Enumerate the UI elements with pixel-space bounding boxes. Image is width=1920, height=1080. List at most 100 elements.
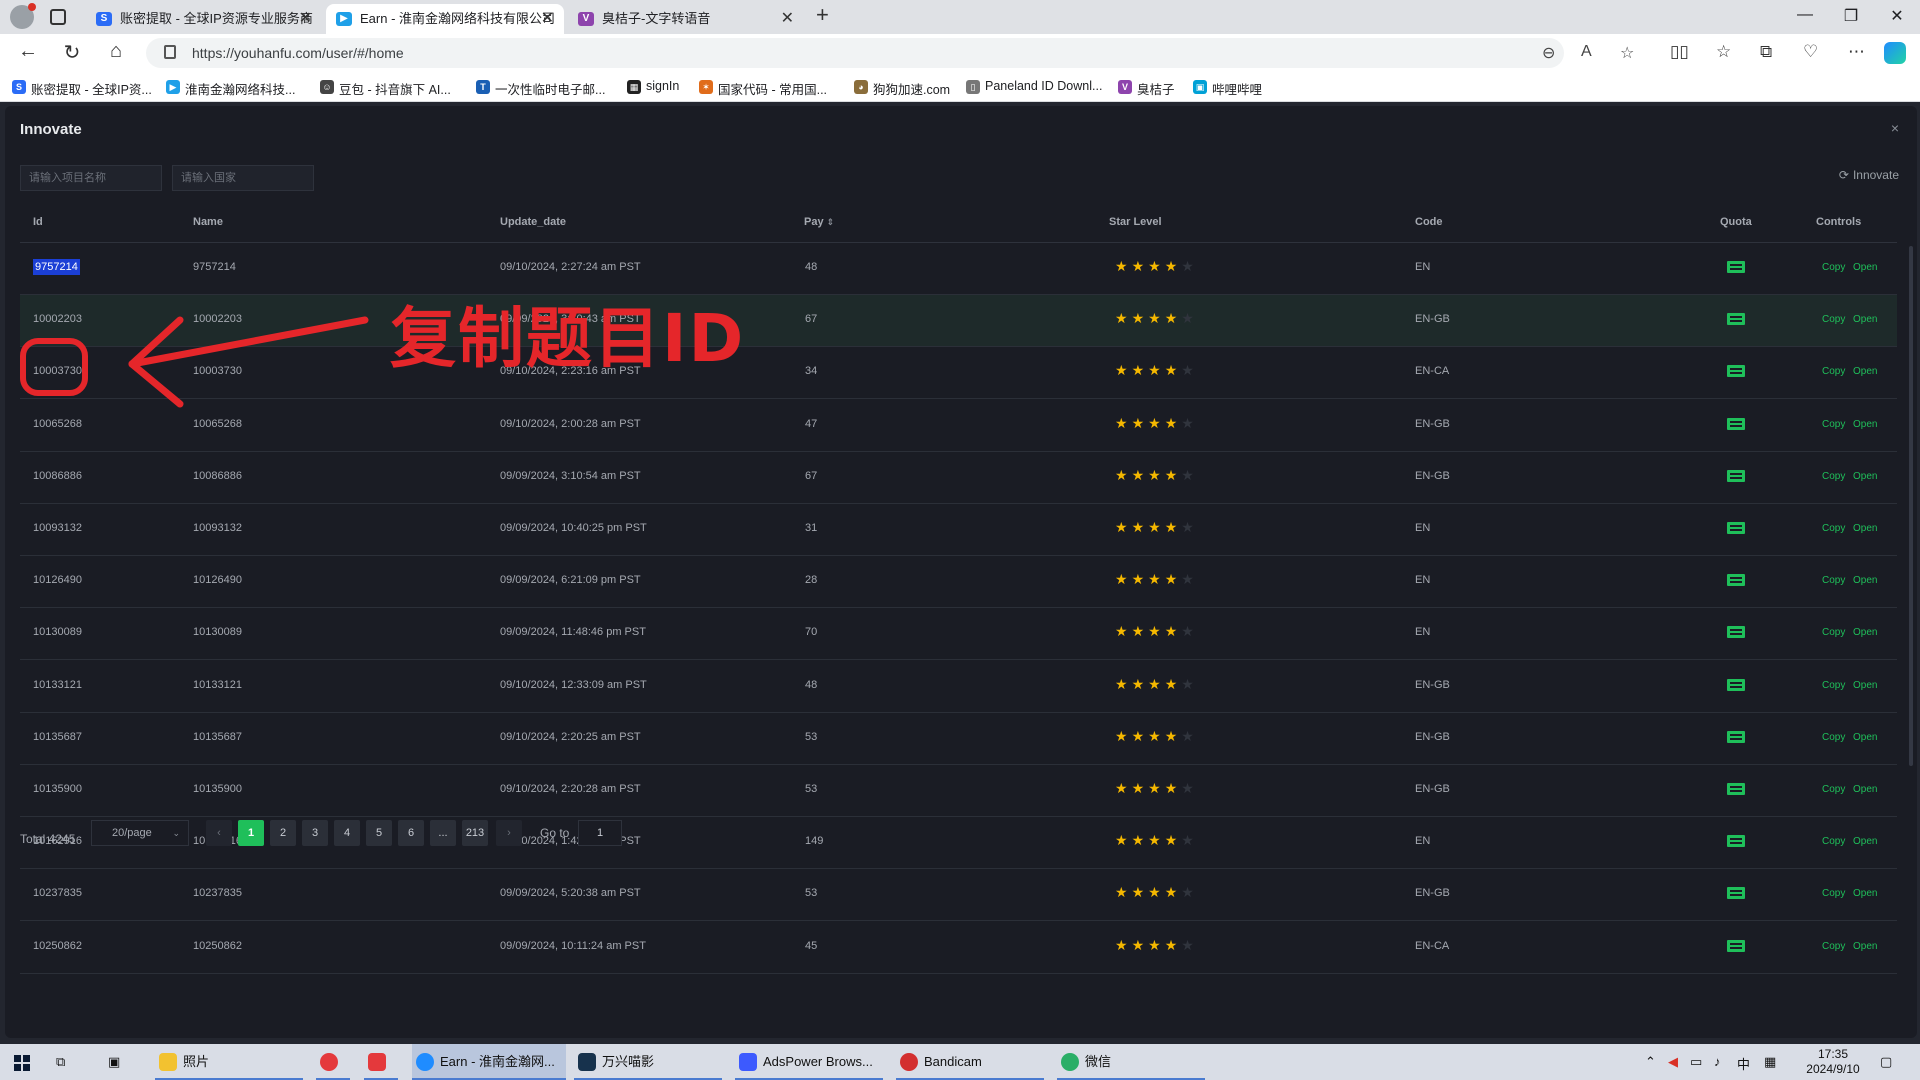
home-icon[interactable]: ⌂ (102, 40, 130, 63)
column-header-pay[interactable]: Pay ⇕ (804, 216, 834, 228)
copy-button[interactable]: Copy (1822, 836, 1845, 847)
table-row[interactable]: 10237835 10237835 09/09/2024, 5:20:38 am P… (20, 869, 1897, 922)
profile-avatar-icon[interactable] (10, 3, 36, 29)
close-tab-icon[interactable]: ✕ (299, 4, 312, 34)
bookmark-item[interactable]: ▶ 淮南金瀚网络科技... (166, 79, 295, 98)
quota-icon[interactable] (1727, 574, 1745, 587)
id-cell[interactable]: 10093132 (33, 522, 82, 534)
url-text[interactable]: https://youhanfu.com/user/#/home (192, 45, 404, 61)
id-cell[interactable]: 10133121 (33, 679, 82, 691)
table-row[interactable]: 10135687 10135687 09/10/2024, 2:20:25 am P… (20, 713, 1897, 765)
open-button[interactable]: Open (1853, 523, 1877, 534)
id-cell[interactable]: 10002203 (33, 313, 82, 325)
taskbar-item-dictionary[interactable] (364, 1044, 398, 1080)
copy-button[interactable]: Copy (1822, 627, 1845, 638)
open-button[interactable]: Open (1853, 366, 1877, 377)
window-close-icon[interactable]: ✕ (1877, 6, 1917, 26)
quota-icon[interactable] (1727, 261, 1745, 273)
quota-icon[interactable] (1727, 730, 1745, 743)
open-button[interactable]: Open (1853, 836, 1877, 847)
bookmark-item[interactable]: ◕ 狗狗加速.com (854, 79, 950, 98)
page-number-button[interactable]: 213 (462, 820, 488, 846)
tab-earn[interactable]: ▶ Earn - 淮南金瀚网络科技有限公司 ✕ (326, 4, 564, 34)
table-row[interactable]: 10086886 10086886 09/09/2024, 3:10:54 am P… (20, 452, 1897, 504)
input-method-indicator[interactable]: 中 (1737, 1054, 1750, 1073)
quota-icon[interactable] (1727, 626, 1745, 639)
page-number-button[interactable]: 4 (334, 820, 360, 846)
copy-button[interactable]: Copy (1822, 941, 1845, 952)
id-cell[interactable]: 10130089 (33, 626, 82, 638)
page-number-button[interactable]: 6 (398, 820, 424, 846)
open-button[interactable]: Open (1853, 471, 1877, 482)
bookmark-item[interactable]: ▣ 哔哩哔哩 (1193, 79, 1262, 98)
copy-button[interactable]: Copy (1822, 262, 1845, 273)
open-button[interactable]: Open (1853, 419, 1877, 430)
notification-center-icon[interactable]: ▢ (1880, 1054, 1892, 1070)
quota-icon[interactable] (1727, 678, 1745, 691)
split-screen-icon[interactable]: ▯▯ (1670, 42, 1689, 62)
tab-actions-icon[interactable] (50, 9, 66, 25)
back-icon[interactable]: ← (14, 40, 42, 63)
quota-icon[interactable] (1727, 522, 1745, 534)
id-cell[interactable]: 9757214 (33, 259, 80, 275)
zoom-icon[interactable]: ⊖ (1542, 43, 1555, 63)
taskbar-item-filmora[interactable]: 万兴喵影 (574, 1044, 722, 1080)
quota-icon[interactable] (1727, 939, 1745, 952)
table-row[interactable]: 9757214 9757214 09/10/2024, 2:27:24 am PST… (20, 243, 1897, 295)
task-view-icon[interactable]: ⧉ (56, 1044, 86, 1080)
bookmark-item[interactable]: ▯ Paneland ID Downl... (966, 79, 1102, 94)
open-button[interactable]: Open (1853, 941, 1877, 952)
table-row[interactable]: 10133121 10133121 09/10/2024, 12:33:09 am … (20, 661, 1897, 713)
favorites-icon[interactable]: ☆ (1716, 42, 1731, 62)
taskbar-item-edge[interactable]: Earn - 淮南金瀚网... (412, 1044, 566, 1080)
volume-icon[interactable]: ♪ (1714, 1054, 1721, 1069)
more-menu-icon[interactable]: ⋯ (1848, 42, 1865, 62)
open-button[interactable]: Open (1853, 732, 1877, 743)
country-filter-input[interactable] (172, 165, 314, 191)
next-page-button[interactable]: › (496, 820, 522, 846)
system-clock[interactable]: 17:35 2024/9/10 (1796, 1047, 1870, 1077)
page-number-button[interactable]: 5 (366, 820, 392, 846)
copy-button[interactable]: Copy (1822, 680, 1845, 691)
prev-page-button[interactable]: ‹ (206, 820, 232, 846)
page-number-button[interactable]: 2 (270, 820, 296, 846)
open-button[interactable]: Open (1853, 888, 1877, 899)
open-button[interactable]: Open (1853, 680, 1877, 691)
table-row[interactable]: 10135900 10135900 09/10/2024, 2:20:28 am P… (20, 765, 1897, 817)
id-cell[interactable]: 10135687 (33, 731, 82, 743)
copy-button[interactable]: Copy (1822, 366, 1845, 377)
copy-button[interactable]: Copy (1822, 471, 1845, 482)
quota-icon[interactable] (1727, 887, 1745, 900)
copy-button[interactable]: Copy (1822, 888, 1845, 899)
new-tab-icon[interactable]: + (816, 2, 829, 28)
id-cell[interactable]: 10126490 (33, 574, 82, 586)
modal-close-icon[interactable]: × (1891, 120, 1899, 136)
tab-ip-service[interactable]: S 账密提取 - 全球IP资源专业服务商 ✕ (86, 4, 322, 34)
address-bar[interactable]: https://youhanfu.com/user/#/home ⊖ A ☆ (146, 38, 1634, 68)
page-size-select[interactable]: 20/page ⌄ (91, 820, 189, 846)
restore-icon[interactable]: ❐ (1831, 6, 1871, 26)
bookmark-item[interactable]: V 臭桔子 (1118, 79, 1175, 98)
bookmark-item[interactable]: ✶ 国家代码 - 常用国... (699, 79, 827, 98)
taskbar-item-photos[interactable]: 照片 (155, 1044, 303, 1080)
copy-button[interactable]: Copy (1822, 784, 1845, 795)
tray-overflow-icon[interactable]: ⌃ (1645, 1054, 1656, 1070)
refresh-button[interactable]: ⟳ Innovate (1839, 168, 1899, 182)
copilot-icon[interactable] (1884, 42, 1906, 64)
tray-app-icon[interactable]: ◀ (1668, 1054, 1678, 1070)
network-icon[interactable]: ▭ (1690, 1054, 1702, 1070)
reload-icon[interactable]: ↻ (58, 40, 86, 65)
copy-button[interactable]: Copy (1822, 523, 1845, 534)
windows-start-icon[interactable] (14, 1055, 30, 1071)
goto-page-input[interactable]: 1 (578, 820, 622, 846)
id-cell[interactable]: 10086886 (33, 470, 82, 482)
copy-button[interactable]: Copy (1822, 314, 1845, 325)
quota-icon[interactable] (1727, 417, 1745, 430)
quota-icon[interactable] (1727, 835, 1745, 848)
open-button[interactable]: Open (1853, 627, 1877, 638)
taskbar-item-music[interactable] (316, 1044, 350, 1080)
table-row[interactable]: 10130089 10130089 09/09/2024, 11:48:46 pm … (20, 608, 1897, 661)
collections-icon[interactable]: ⧉ (1760, 42, 1772, 62)
table-scrollbar[interactable] (1909, 246, 1913, 766)
project-name-filter-input[interactable] (20, 165, 162, 191)
